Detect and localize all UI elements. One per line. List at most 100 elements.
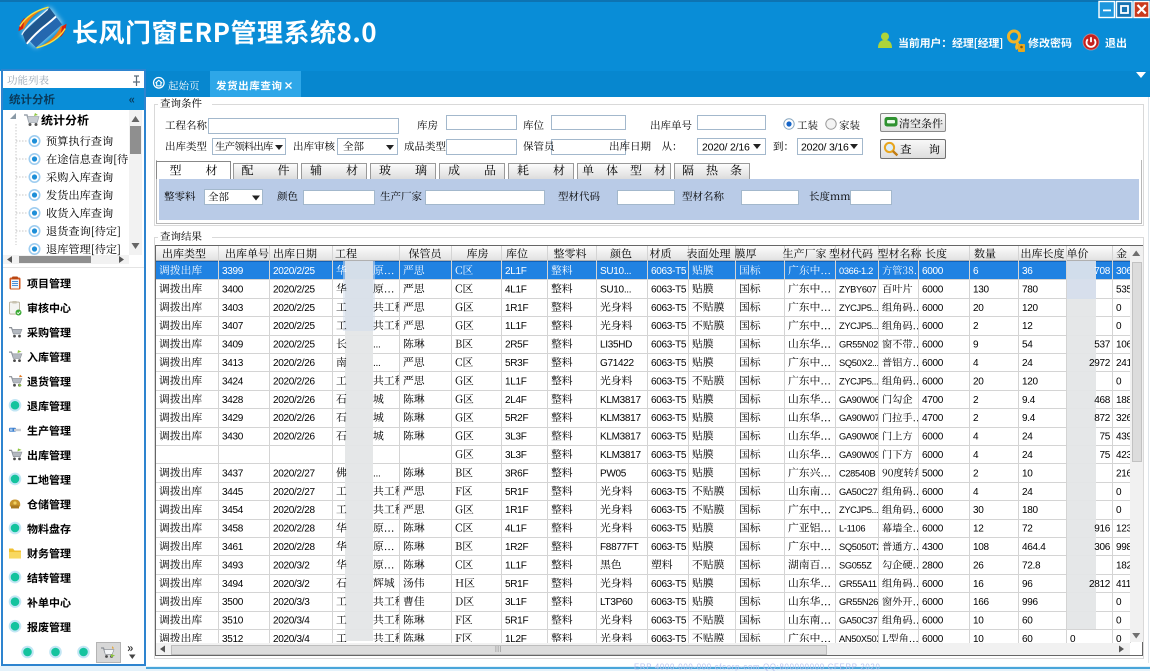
svg-text:6063-T5: 6063-T5 — [651, 413, 687, 424]
svg-text:ZYCJP5...: ZYCJP5... — [839, 303, 878, 313]
svg-text:6000: 6000 — [922, 321, 944, 332]
svg-text:3493: 3493 — [222, 560, 244, 571]
svg-text:F8877FT: F8877FT — [600, 542, 639, 553]
svg-text:0: 0 — [1116, 634, 1122, 645]
svg-text:6000: 6000 — [922, 340, 944, 351]
svg-text:10: 10 — [973, 634, 984, 645]
svg-text:2020/3/2: 2020/3/2 — [273, 579, 310, 590]
svg-text:26: 26 — [973, 560, 984, 571]
svg-text:411: 411 — [1116, 579, 1132, 590]
svg-text:16: 16 — [973, 579, 984, 590]
svg-text:ZYCJP5...: ZYCJP5... — [839, 321, 878, 331]
svg-text:2020/ 2/16: 2020/ 2/16 — [702, 142, 750, 154]
svg-text:3512: 3512 — [222, 634, 244, 645]
svg-text:6063-T5: 6063-T5 — [651, 634, 687, 645]
svg-text:1L1F: 1L1F — [505, 376, 527, 387]
svg-text:GA90W08.: GA90W08. — [839, 432, 882, 442]
svg-text:2020/2/28: 2020/2/28 — [273, 505, 316, 516]
svg-text:6063-T5: 6063-T5 — [651, 266, 687, 277]
svg-text:6000: 6000 — [922, 616, 944, 627]
svg-text:12: 12 — [1022, 321, 1033, 332]
svg-text:6063-T5: 6063-T5 — [651, 542, 687, 553]
svg-text:6000: 6000 — [922, 487, 944, 498]
svg-text:6000: 6000 — [922, 579, 944, 590]
svg-text:KLM3817: KLM3817 — [600, 450, 641, 461]
svg-text:3454: 3454 — [222, 505, 244, 516]
svg-text:6063-T5: 6063-T5 — [651, 597, 687, 608]
svg-text:108: 108 — [973, 542, 990, 553]
svg-text:2: 2 — [973, 413, 979, 424]
svg-text:998: 998 — [1116, 542, 1133, 553]
svg-text:24: 24 — [1022, 432, 1033, 443]
svg-text:4700: 4700 — [922, 413, 944, 424]
svg-text:LT3P60: LT3P60 — [600, 597, 633, 608]
svg-text:AN50X50X2: AN50X50X2 — [839, 634, 887, 644]
svg-text:lll: lll — [495, 645, 502, 654]
svg-text:4L1F: 4L1F — [505, 524, 527, 535]
svg-text:6000: 6000 — [922, 358, 944, 369]
svg-text:10: 10 — [1022, 468, 1033, 479]
svg-text:SU10...: SU10... — [600, 266, 631, 277]
svg-text:3409: 3409 — [222, 340, 244, 351]
svg-text:2020/2/27: 2020/2/27 — [273, 487, 316, 498]
svg-text:4300: 4300 — [922, 542, 944, 553]
svg-text:4: 4 — [973, 487, 979, 498]
svg-text:6000: 6000 — [922, 284, 944, 295]
svg-text:6063-T5: 6063-T5 — [651, 284, 687, 295]
svg-text:180: 180 — [1022, 505, 1039, 516]
svg-text:3R6F: 3R6F — [505, 468, 528, 479]
svg-text:3429: 3429 — [222, 413, 244, 424]
svg-text:0: 0 — [1070, 634, 1076, 645]
svg-text:0: 0 — [1116, 321, 1122, 332]
svg-text:2020/2/26: 2020/2/26 — [273, 432, 316, 443]
svg-text:2L1F: 2L1F — [505, 266, 527, 277]
svg-text:182: 182 — [1116, 560, 1133, 571]
svg-text:2020/2/25: 2020/2/25 — [273, 303, 316, 314]
svg-text:KLM3817: KLM3817 — [600, 413, 641, 424]
svg-text:123: 123 — [1116, 524, 1133, 535]
svg-text:3L1F: 3L1F — [505, 597, 527, 608]
svg-text:872: 872 — [1094, 413, 1111, 424]
svg-text:2020/3/4: 2020/3/4 — [273, 634, 310, 645]
svg-text:ZYCJP5...: ZYCJP5... — [839, 376, 878, 386]
svg-text:3413: 3413 — [222, 358, 244, 369]
svg-text:6063-T5: 6063-T5 — [651, 358, 687, 369]
svg-text:GA50C37: GA50C37 — [839, 616, 878, 626]
svg-text:0: 0 — [1116, 597, 1122, 608]
svg-text:3L3F: 3L3F — [505, 450, 527, 461]
svg-text:60: 60 — [1022, 634, 1033, 645]
svg-text:5R2F: 5R2F — [505, 413, 528, 424]
svg-text:2020/2/25: 2020/2/25 — [273, 284, 316, 295]
svg-text:2020/2/28: 2020/2/28 — [273, 524, 316, 535]
svg-text:306: 306 — [1094, 542, 1111, 553]
svg-text:SU10...: SU10... — [600, 284, 631, 295]
svg-text:2020/3/3: 2020/3/3 — [273, 597, 310, 608]
svg-text:...: ... — [373, 340, 380, 351]
svg-text:468: 468 — [1094, 395, 1111, 406]
svg-text:708: 708 — [1094, 266, 1111, 277]
svg-text:4700: 4700 — [922, 395, 944, 406]
svg-text:3430: 3430 — [222, 432, 244, 443]
svg-text:9.4: 9.4 — [1022, 413, 1036, 424]
svg-text:4: 4 — [973, 432, 979, 443]
svg-text:6063-T5: 6063-T5 — [651, 505, 687, 516]
svg-text:1R1F: 1R1F — [505, 505, 528, 516]
svg-text:9: 9 — [973, 340, 979, 351]
svg-text:326: 326 — [1116, 413, 1133, 424]
svg-text:3437: 3437 — [222, 468, 244, 479]
svg-text:75: 75 — [1099, 450, 1110, 461]
svg-text:36: 36 — [1022, 266, 1033, 277]
svg-text:6000: 6000 — [922, 450, 944, 461]
svg-text:75: 75 — [1099, 432, 1110, 443]
svg-text:2: 2 — [973, 468, 979, 479]
svg-text:10: 10 — [973, 616, 984, 627]
svg-text:3400: 3400 — [222, 284, 244, 295]
svg-text:166: 166 — [973, 597, 990, 608]
svg-text:6000: 6000 — [922, 505, 944, 516]
svg-text:1R1F: 1R1F — [505, 303, 528, 314]
svg-text:LI35HD: LI35HD — [600, 340, 632, 351]
svg-text:3445: 3445 — [222, 487, 244, 498]
svg-text:2020/2/25: 2020/2/25 — [273, 321, 316, 332]
svg-text:2020/2/26: 2020/2/26 — [273, 358, 316, 369]
svg-text:6063-T5: 6063-T5 — [651, 468, 687, 479]
